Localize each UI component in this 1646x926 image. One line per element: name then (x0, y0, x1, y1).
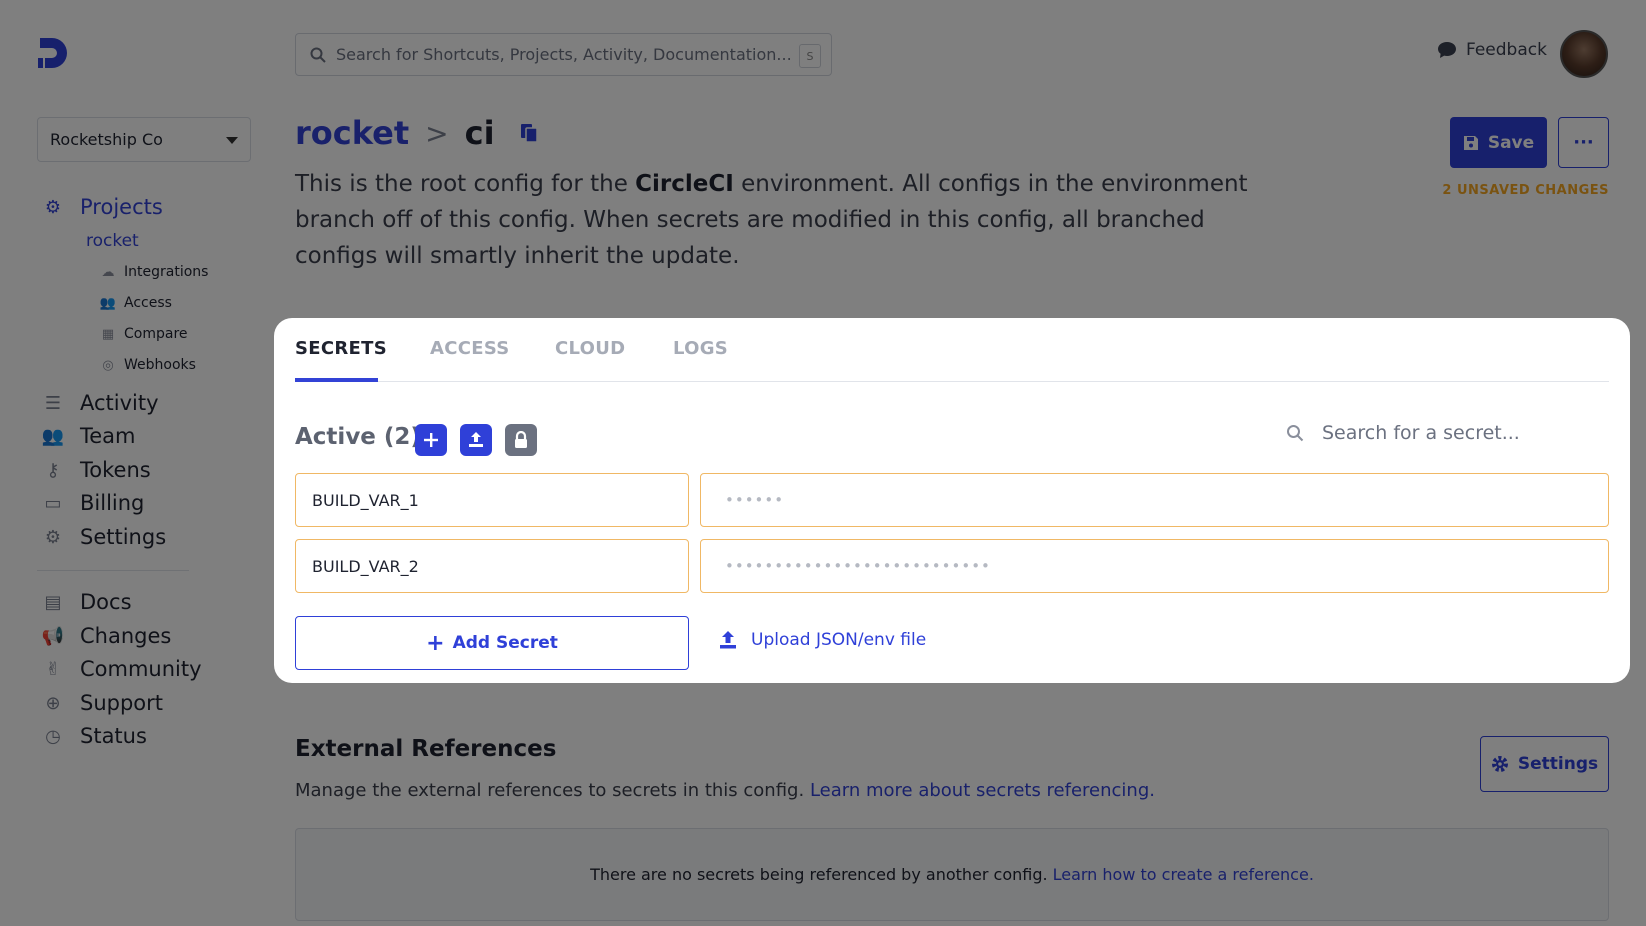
tab-secrets[interactable]: SECRETS (295, 338, 387, 359)
secrets-card: SECRETS ACCESS CLOUD LOGS Active (2) Sea… (274, 318, 1630, 683)
upload-label: Upload JSON/env file (751, 630, 927, 650)
tab-logs[interactable]: LOGS (673, 338, 728, 359)
add-secret-icon-button[interactable] (415, 424, 447, 456)
active-secrets-title: Active (2) (295, 424, 421, 450)
plus-icon (424, 433, 438, 447)
secret-search-placeholder: Search for a secret... (1322, 422, 1520, 444)
tab-cloud[interactable]: CLOUD (555, 338, 625, 359)
secret-value-field[interactable]: ••••••••••••••••••••••••••• (700, 539, 1609, 593)
search-icon (1287, 425, 1304, 442)
config-tabs: SECRETS ACCESS CLOUD LOGS (295, 318, 1609, 382)
lock-icon (515, 431, 527, 448)
secret-search-input[interactable]: Search for a secret... (1286, 422, 1520, 444)
plus-icon: + (426, 630, 445, 656)
tab-access[interactable]: ACCESS (430, 338, 510, 359)
upload-icon-button[interactable] (460, 424, 492, 456)
add-secret-label: Add Secret (452, 633, 558, 653)
active-tab-indicator (295, 378, 378, 382)
upload-file-link[interactable]: Upload JSON/env file (718, 630, 926, 650)
upload-icon (720, 631, 736, 649)
add-secret-button[interactable]: + Add Secret (295, 616, 689, 670)
secret-name-field[interactable]: BUILD_VAR_1 (295, 473, 689, 527)
upload-icon (469, 432, 483, 447)
secret-name-field[interactable]: BUILD_VAR_2 (295, 539, 689, 593)
lock-icon-button[interactable] (505, 424, 537, 456)
secret-value-field[interactable]: •••••• (700, 473, 1609, 527)
